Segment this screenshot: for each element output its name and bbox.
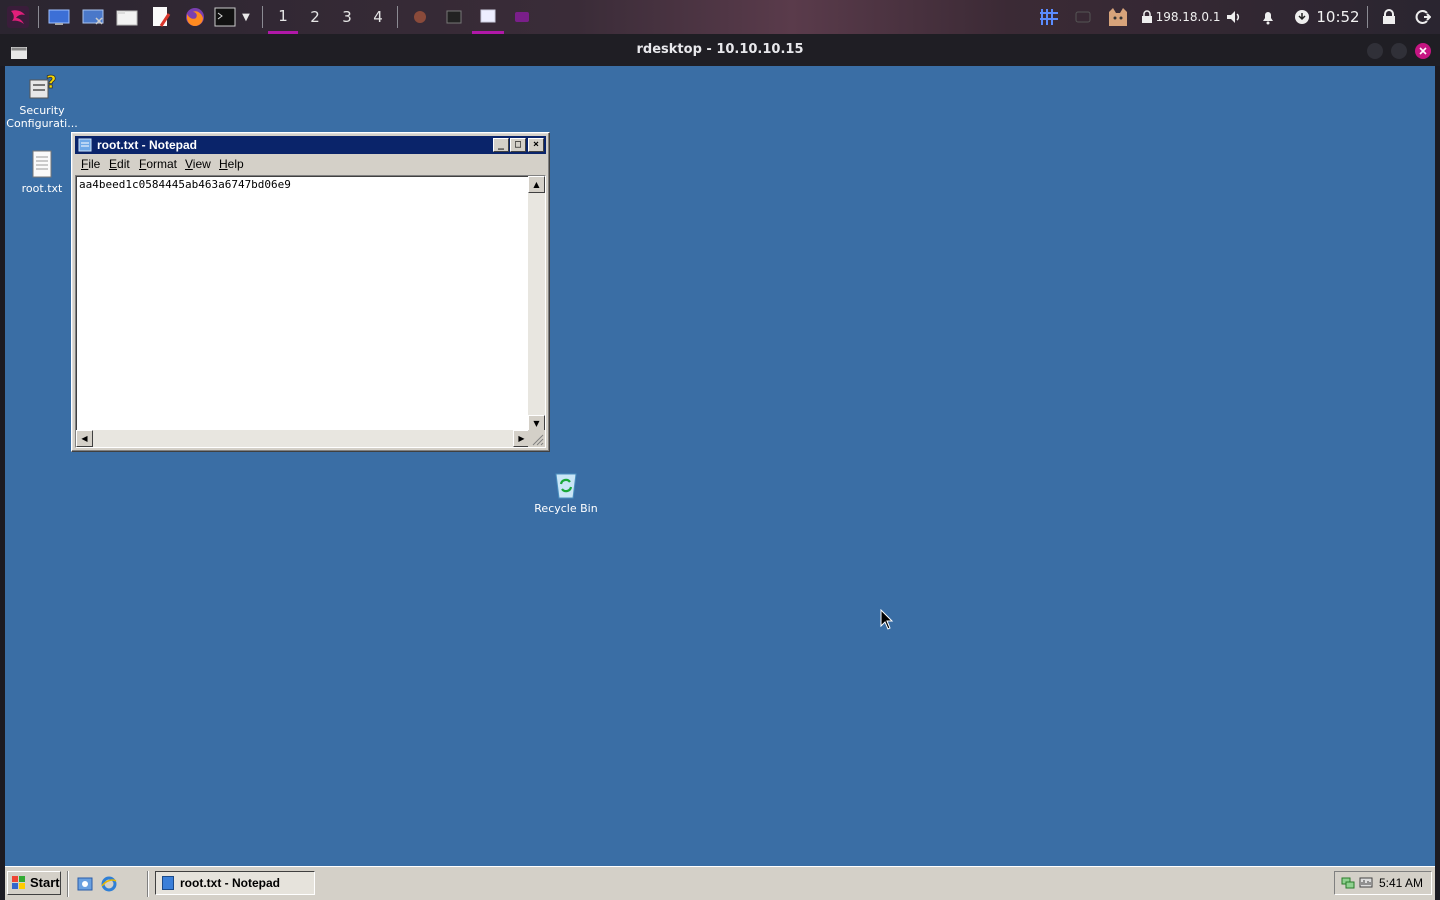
terminal-icon[interactable] bbox=[214, 0, 236, 34]
text-file-icon bbox=[26, 148, 58, 180]
windows-flag-icon bbox=[12, 876, 25, 889]
notepad-title: root.txt - Notepad bbox=[97, 138, 197, 152]
logout-icon[interactable] bbox=[1410, 0, 1436, 34]
remote-desktop: ? Security Configurati... root.txt Recyc… bbox=[5, 66, 1435, 900]
minimize-button[interactable] bbox=[1367, 43, 1383, 59]
internet-explorer-icon[interactable] bbox=[101, 876, 117, 892]
notepad-app-icon[interactable] bbox=[78, 138, 92, 152]
lock-screen-icon[interactable] bbox=[1376, 0, 1402, 34]
lock-network-icon[interactable] bbox=[1138, 0, 1156, 34]
notepad-window[interactable]: root.txt - Notepad _ □ × File Edit Forma… bbox=[71, 132, 550, 452]
menu-edit[interactable]: Edit bbox=[109, 157, 130, 171]
windows-clock[interactable]: 5:41 AM bbox=[1379, 876, 1423, 890]
resize-grip[interactable] bbox=[528, 430, 545, 447]
firefox-task-icon[interactable] bbox=[406, 0, 434, 34]
security-configuration-shortcut[interactable]: ? Security Configurati... bbox=[6, 70, 78, 130]
recycle-bin-icon bbox=[550, 468, 582, 500]
taskbar-notepad-button[interactable]: root.txt - Notepad bbox=[155, 871, 315, 895]
notepad-minimize-button[interactable]: _ bbox=[493, 138, 509, 152]
notepad-content[interactable]: aa4beed1c0584445ab463a6747bd06e9 bbox=[79, 178, 291, 191]
notepad-text-area[interactable]: aa4beed1c0584445ab463a6747bd06e9 ▲ ▼ ◀ ▶ bbox=[75, 175, 546, 448]
notepad-menubar: File Edit Format View Help bbox=[75, 155, 546, 174]
desktop-icon-label: Recycle Bin bbox=[534, 502, 598, 515]
desktop-icon-label: Security Configurati... bbox=[6, 104, 78, 130]
system-tray: 5:41 AM bbox=[1334, 871, 1432, 895]
desktop-icon[interactable] bbox=[46, 0, 72, 34]
svg-text:?: ? bbox=[46, 72, 56, 93]
text-editor-icon[interactable] bbox=[148, 0, 174, 34]
workspace-2[interactable]: 2 bbox=[300, 0, 330, 34]
desktop-icon-label: root.txt bbox=[21, 182, 63, 195]
workspace-3[interactable]: 3 bbox=[332, 0, 362, 34]
file-manager-icon[interactable] bbox=[114, 0, 140, 34]
firefox-icon[interactable] bbox=[182, 0, 208, 34]
terminal-dropdown-icon[interactable]: ▼ bbox=[238, 0, 254, 34]
scroll-left-button[interactable]: ◀ bbox=[76, 430, 93, 447]
recycle-bin[interactable]: Recycle Bin bbox=[530, 468, 602, 515]
show-desktop-icon[interactable] bbox=[80, 0, 106, 34]
start-button[interactable]: Start bbox=[7, 871, 61, 895]
workspace-1[interactable]: 1 bbox=[268, 0, 298, 34]
rdesktop-titlebar: rdesktop - 10.10.10.15 bbox=[0, 34, 1440, 66]
menu-format[interactable]: Format bbox=[139, 157, 177, 171]
notepad-titlebar[interactable]: root.txt - Notepad _ □ × bbox=[75, 136, 546, 154]
menu-file[interactable]: File bbox=[81, 157, 100, 171]
security-config-icon: ? bbox=[26, 70, 58, 102]
root-txt-file[interactable]: root.txt bbox=[6, 148, 78, 195]
maximize-button[interactable] bbox=[1391, 43, 1407, 59]
windows-taskbar: Start root.txt - Notepad 5:41 AM bbox=[5, 866, 1435, 900]
workspace-4[interactable]: 4 bbox=[363, 0, 393, 34]
scroll-up-button[interactable]: ▲ bbox=[528, 176, 545, 193]
network-graph-icon[interactable] bbox=[1036, 0, 1062, 34]
notepad-task-icon bbox=[162, 876, 174, 890]
menu-help[interactable]: Help bbox=[219, 157, 244, 171]
display-icon[interactable] bbox=[1070, 0, 1096, 34]
kali-menu-icon[interactable] bbox=[4, 0, 32, 34]
rdesktop-title: rdesktop - 10.10.10.15 bbox=[636, 42, 804, 57]
menu-view[interactable]: View bbox=[185, 157, 211, 171]
start-label: Start bbox=[30, 875, 60, 890]
ip-address: 198.18.0.1 bbox=[1155, 10, 1221, 24]
cat-icon[interactable] bbox=[1104, 0, 1132, 34]
purple-task-icon[interactable] bbox=[508, 0, 536, 34]
network-tray-icon[interactable] bbox=[1341, 876, 1355, 890]
terminal-task-icon[interactable] bbox=[440, 0, 468, 34]
taskbar-notepad-label: root.txt - Notepad bbox=[180, 876, 280, 890]
host-clock[interactable]: 10:52 bbox=[1316, 0, 1360, 34]
mouse-cursor-icon bbox=[880, 609, 894, 630]
notepad-close-button[interactable]: × bbox=[528, 138, 544, 152]
horizontal-scrollbar[interactable]: ◀ ▶ bbox=[76, 430, 530, 447]
close-button[interactable] bbox=[1415, 43, 1431, 59]
volume-icon[interactable] bbox=[1222, 0, 1246, 34]
monitor-tray-icon[interactable] bbox=[1359, 876, 1373, 890]
show-desktop-quicklaunch-icon[interactable] bbox=[77, 876, 93, 892]
notepad-maximize-button[interactable]: □ bbox=[510, 138, 526, 152]
host-top-panel: ▼ 1 2 3 4 198.18.0.1 10:52 bbox=[0, 0, 1440, 34]
updates-icon[interactable] bbox=[1290, 0, 1314, 34]
bell-icon[interactable] bbox=[1256, 0, 1280, 34]
rdesktop-task-icon[interactable] bbox=[472, 0, 504, 34]
vertical-scrollbar[interactable]: ▲ ▼ bbox=[528, 176, 545, 432]
